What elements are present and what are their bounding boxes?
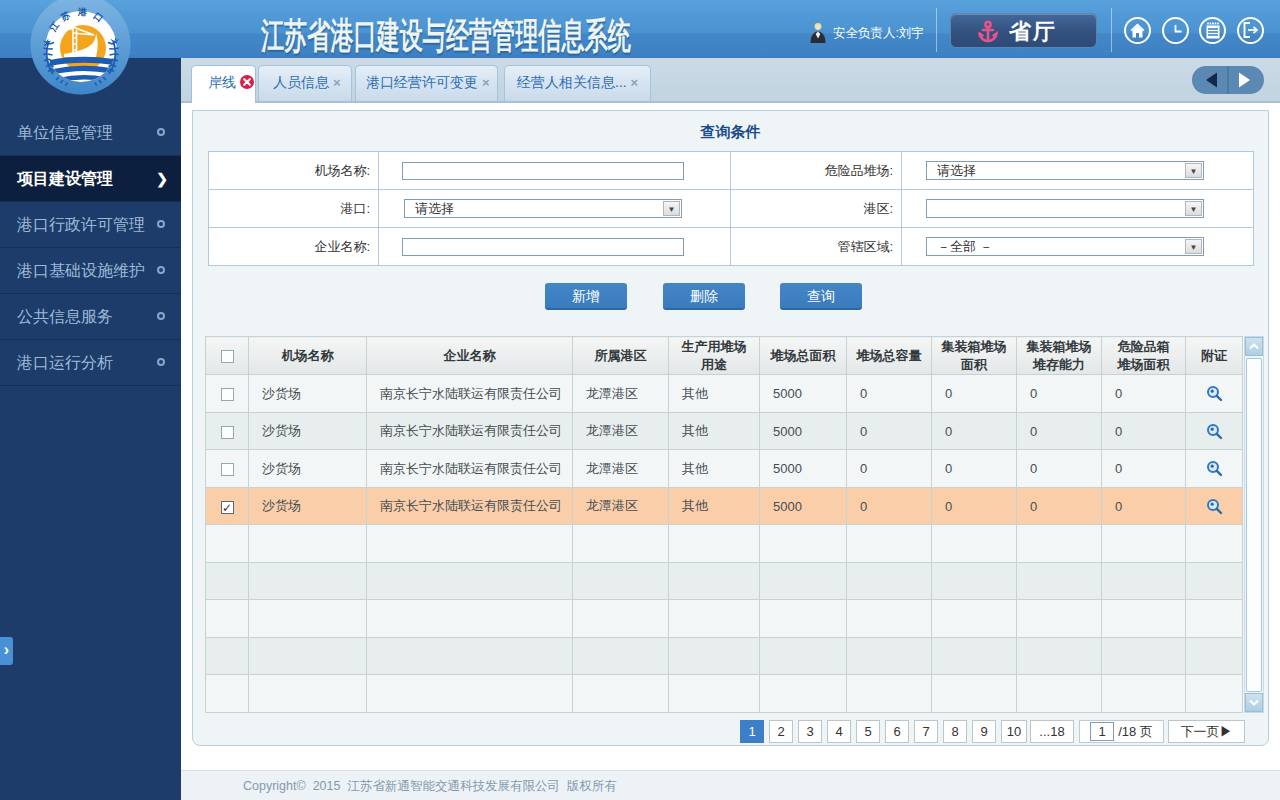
svg-text:港: 港	[77, 7, 89, 18]
